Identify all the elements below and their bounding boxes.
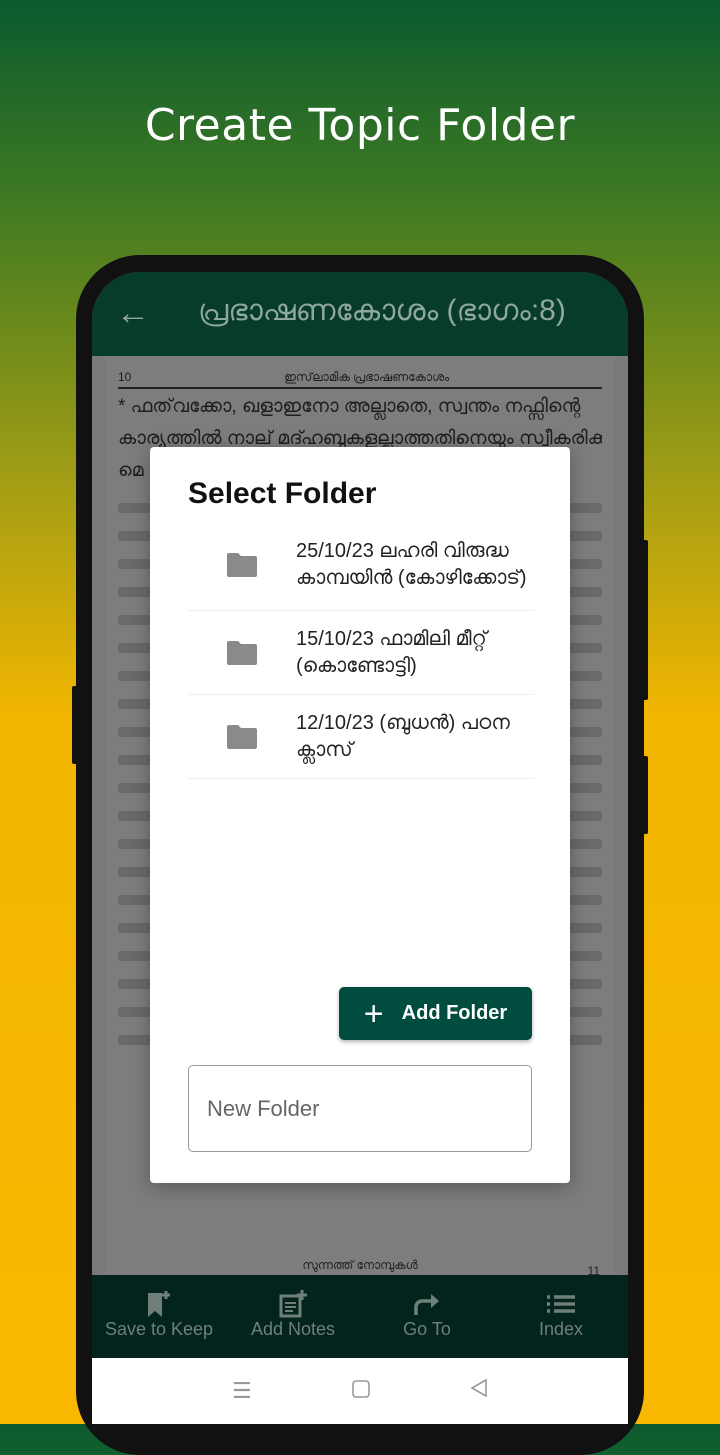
promo-title: Create Topic Folder bbox=[144, 100, 576, 151]
plus-icon: + bbox=[363, 994, 384, 1033]
forward-arrow-icon bbox=[412, 1289, 442, 1319]
home-icon[interactable] bbox=[352, 1378, 370, 1404]
dialog-title: Select Folder bbox=[188, 477, 377, 510]
add-folder-label: Add Folder bbox=[401, 1002, 508, 1024]
folder-label: 25/10/23 ലഹരി വിരുദ്ധ കാമ്പയിൻ (കോഴിക്കോ… bbox=[296, 539, 527, 589]
note-add-icon bbox=[278, 1289, 308, 1319]
select-folder-dialog: Select Folder 25/10/23 ലഹരി വിരുദ്ധ കാമ്… bbox=[150, 447, 570, 1183]
folder-item[interactable]: 15/10/23 ഫാമിലി മീറ്റ് (കൊണ്ടോട്ടി) bbox=[188, 611, 534, 695]
back-icon[interactable] bbox=[470, 1378, 488, 1404]
back-arrow-icon[interactable]: ← bbox=[116, 294, 150, 333]
folder-label: 12/10/23 (ബുധൻ) പഠന ക്ലാസ് bbox=[296, 711, 510, 761]
list-icon bbox=[546, 1289, 576, 1319]
folder-list: 25/10/23 ലഹരി വിരുദ്ധ കാമ്പയിൻ (കോഴിക്കോ… bbox=[188, 519, 534, 779]
bookmark-add-icon bbox=[146, 1289, 172, 1319]
folder-icon bbox=[188, 552, 296, 578]
nav-label: Index bbox=[538, 1319, 584, 1339]
page-number: 10 bbox=[118, 370, 132, 384]
nav-save-to-keep[interactable]: Save to Keep bbox=[92, 1275, 226, 1358]
app-title: പ്രഭാഷണകോശം (ഭാഗം:8) bbox=[198, 294, 566, 327]
folder-icon bbox=[188, 724, 296, 750]
app-bar: ← പ്രഭാഷണകോശം (ഭാഗം:8) bbox=[92, 272, 628, 356]
system-nav-bar: ☰ bbox=[92, 1358, 628, 1424]
page-line: * ഫത്‌വക്കോ, ഖളാഇനോ അല്ലാതെ, സ്വന്തം നഫ്… bbox=[118, 396, 581, 417]
folder-item[interactable]: 25/10/23 ലഹരി വിരുദ്ധ കാമ്പയിൻ (കോഴിക്കോ… bbox=[188, 519, 534, 611]
page-header: ഇസ്‌ലാമിക പ്രഭാഷണകോശം bbox=[284, 370, 450, 384]
phone-side-button bbox=[72, 686, 78, 764]
nav-index[interactable]: Index bbox=[494, 1275, 628, 1358]
folder-label: 15/10/23 ഫാമിലി മീറ്റ് (കൊണ്ടോട്ടി) bbox=[296, 627, 487, 677]
new-folder-input[interactable] bbox=[188, 1065, 532, 1152]
phone-side-button bbox=[642, 756, 648, 834]
nav-label: Add Notes bbox=[250, 1319, 336, 1339]
next-page-header: സുന്നത്ത് നോമ്പുകൾ bbox=[302, 1258, 418, 1272]
nav-label: Save to Keep bbox=[104, 1319, 214, 1339]
nav-go-to[interactable]: Go To bbox=[360, 1275, 494, 1358]
recents-icon[interactable]: ☰ bbox=[232, 1378, 252, 1404]
bottom-nav: Save to Keep Add Notes Go To Index bbox=[92, 1275, 628, 1358]
folder-icon bbox=[188, 640, 296, 666]
nav-add-notes[interactable]: Add Notes bbox=[226, 1275, 360, 1358]
nav-label: Go To bbox=[403, 1319, 451, 1339]
add-folder-button[interactable]: + Add Folder bbox=[339, 987, 532, 1040]
phone-side-button bbox=[642, 540, 648, 700]
folder-item[interactable]: 12/10/23 (ബുധൻ) പഠന ക്ലാസ് bbox=[188, 695, 534, 779]
